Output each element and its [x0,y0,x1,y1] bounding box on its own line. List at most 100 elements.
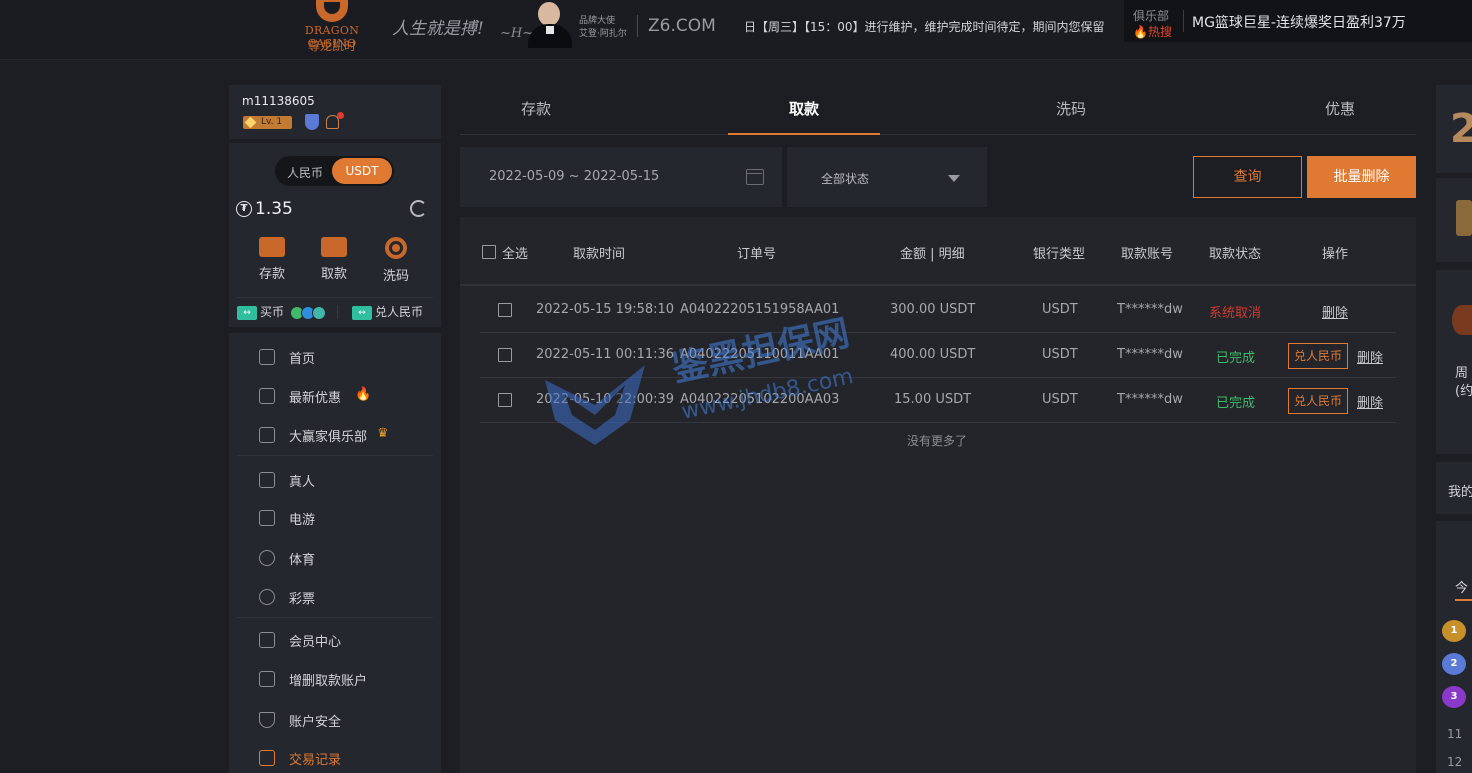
nav-label: 体育 [289,553,316,568]
nav-slots[interactable]: 电游 [229,499,441,535]
exchange-icon: ↔ [352,305,372,320]
table-header: 全选 取款时间 订单号 金额 | 明细 银行类型 取款账号 取款状态 操作 [460,217,1416,286]
announcement-marquee[interactable]: 日【周三】【15：00】进行维护，维护完成时间待定，期间内您保留 [744,18,1105,35]
wallet-card: 人民币 USDT ₮ 1.35 存款 取款 洗码 ↔ 买币 ↔ 兑人民币 [229,143,441,327]
logo-chinese: 尊龙凯时 [307,39,356,53]
tab-promotion[interactable]: 优惠 [1264,85,1416,135]
nav-label: 大赢家俱乐部 [289,430,368,445]
ranking-tab-underline [1455,599,1472,601]
cell-account: T******dw [1117,347,1183,362]
cell-amount: 15.00 USDT [894,392,972,407]
nav-label: 最新优惠 [289,391,342,406]
cell-bank: USDT [1042,392,1078,407]
nav-label: 交易记录 [289,753,342,768]
vip-badge[interactable]: Lv. 1 [243,116,292,129]
row-checkbox[interactable] [498,348,512,362]
currency-toggle[interactable]: 人民币 USDT [275,156,394,186]
nav-member-center[interactable]: 会员中心 [229,621,441,657]
diamond-icon [244,116,257,129]
rebate-button[interactable]: 洗码 [371,237,421,284]
cell-time: 2022-05-15 19:58:10 [536,302,675,317]
nav-lottery[interactable]: 彩票 [229,578,441,614]
ranking-tab[interactable]: 今 [1455,577,1468,596]
cell-account: T******dw [1117,392,1183,407]
vip-level: Lv. 1 [261,117,283,127]
row-checkbox[interactable] [498,303,512,317]
hot-news-link[interactable]: MG篮球巨星-连续爆奖日盈利37万 [1192,12,1406,32]
nav-sports[interactable]: 体育 [229,539,441,575]
col-amount: 金额 | 明细 [900,247,965,262]
lottery-icon [259,589,275,605]
hot-text: 热搜 [1147,25,1172,39]
gift-icon [259,388,275,404]
row-checkbox[interactable] [498,393,512,407]
buy-coin-link[interactable]: ↔ 买币 [237,303,326,320]
query-button[interactable]: 查询 [1193,156,1302,198]
nav-account-security[interactable]: 账户安全 [229,701,441,737]
buy-coin-icon: ↔ [237,305,257,320]
wallet-divider [237,297,433,298]
cell-amount: 300.00 USDT [890,302,976,317]
nav-label: 真人 [289,475,316,490]
status-badge: 已完成 [1216,351,1256,366]
tether-icon: ₮ [236,201,252,217]
club-divider [1183,10,1184,32]
my-text: 我的 [1448,485,1472,500]
crown-icon: ♛ [377,426,389,441]
exchange-cny-button[interactable]: 兑人民币 [1288,343,1348,369]
promo-text-1: 周 [1455,366,1469,381]
nav-label: 账户安全 [289,715,342,730]
withdraw-label: 取款 [320,267,347,282]
user-card: m11138605 Lv. 1 [229,85,441,139]
cell-bank: USDT [1042,302,1078,317]
batch-delete-button[interactable]: 批量删除 [1307,156,1416,198]
ambassador-collar [546,26,554,34]
col-action: 操作 [1322,247,1349,262]
nav-winners-club[interactable]: 大赢家俱乐部 ♛ [229,416,441,452]
tab-withdraw[interactable]: 取款 [728,85,880,135]
no-more-text: 没有更多了 [907,434,968,448]
slot-icon [259,510,275,526]
col-status: 取款状态 [1209,247,1262,262]
banner-digit: 2 [1450,106,1472,152]
nav-promotions[interactable]: 最新优惠 🔥 [229,377,441,413]
cell-amount: 400.00 USDT [890,347,976,362]
select-all-checkbox[interactable] [482,245,496,259]
dragon-casino-logo[interactable]: DRAGON CASINO 尊龙凯时 [280,0,384,56]
hot-search-label: 🔥热搜 [1133,23,1172,40]
deposit-button[interactable]: 存款 [247,237,297,282]
rank-3-icon: 3 [1442,686,1466,708]
status-select[interactable]: 全部状态 [787,147,987,207]
shield-icon [259,712,275,728]
currency-usdt[interactable]: USDT [332,158,392,184]
refresh-icon[interactable] [410,200,427,217]
watermark-logo-icon [545,365,645,445]
nav-home[interactable]: 首页 [229,338,441,374]
tab-deposit[interactable]: 存款 [460,85,612,135]
exchange-cny-button[interactable]: 兑人民币 [1288,388,1348,414]
exchange-cny-link[interactable]: ↔ 兑人民币 [352,303,423,320]
nav-withdraw-accounts[interactable]: 增删取款账户 [229,660,441,696]
nav-live[interactable]: 真人 [229,461,441,497]
balance: 1.35 [255,199,293,219]
status-badge: 系统取消 [1209,306,1262,321]
tab-rebate[interactable]: 洗码 [995,85,1147,135]
nav-transaction-records[interactable]: 交易记录 [229,739,441,773]
delete-link[interactable]: 删除 [1357,392,1383,411]
card-icon [259,237,285,257]
nav-label: 增删取款账户 [289,674,368,689]
status-badge: 已完成 [1216,396,1256,411]
record-tabs: 存款 取款 洗码 优惠 [460,85,1416,135]
delete-link[interactable]: 删除 [1357,347,1383,366]
date-range-picker[interactable]: 2022-05-09 ~ 2022-05-15 [460,147,782,207]
cell-bank: USDT [1042,347,1078,362]
delete-link[interactable]: 删除 [1322,302,1348,321]
chat-icon [259,427,275,443]
select-all-label[interactable]: 全选 [502,243,528,262]
withdraw-table: 全选 取款时间 订单号 金额 | 明细 银行类型 取款账号 取款状态 操作 20… [460,217,1416,773]
shield-icon[interactable] [305,114,319,130]
withdraw-button[interactable]: 取款 [309,237,359,282]
dragon-emblem-icon [316,0,348,22]
rank-1-icon: 1 [1442,620,1466,642]
currency-cny[interactable]: 人民币 [287,164,323,181]
